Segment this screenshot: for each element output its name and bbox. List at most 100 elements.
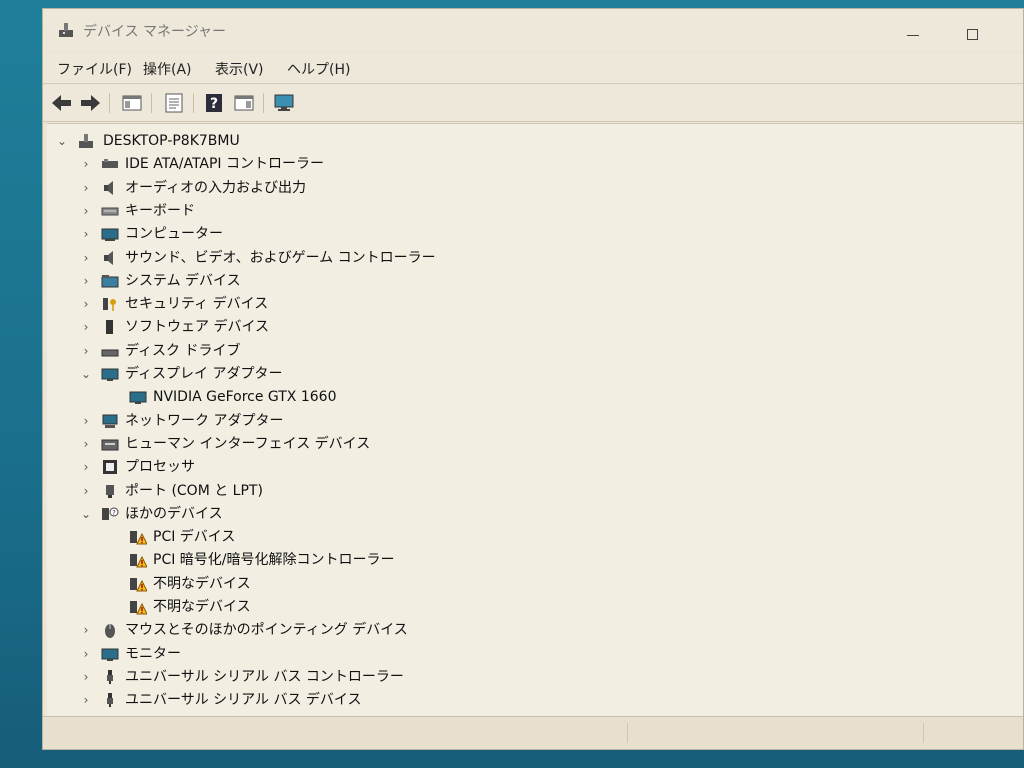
tree-item-label: プロセッサ bbox=[125, 459, 195, 476]
chevron-right-icon[interactable]: › bbox=[79, 273, 93, 289]
tree-category[interactable]: › ソフトウェア デバイス bbox=[47, 316, 947, 338]
menu-action[interactable]: 操作(A) bbox=[137, 59, 198, 79]
chevron-right-icon[interactable]: › bbox=[79, 622, 93, 638]
chevron-right-icon[interactable]: › bbox=[79, 343, 93, 359]
chevron-right-icon[interactable]: › bbox=[79, 669, 93, 685]
tree-category[interactable]: › サウンド、ビデオ、およびゲーム コントローラー bbox=[47, 247, 947, 269]
tree-category[interactable]: ⌄ ディスプレイ アダプター bbox=[47, 363, 947, 385]
monitor-scan-icon[interactable] bbox=[271, 91, 297, 115]
root-label: DESKTOP-P8K7BMU bbox=[103, 133, 240, 149]
tree-item-label: ソフトウェア デバイス bbox=[125, 319, 270, 336]
tree-item-label: ユニバーサル シリアル バス コントローラー bbox=[125, 668, 404, 685]
device-manager-window: デバイス マネージャー ファイル(F) 操作(A) 表示(V) ヘルプ(H) ?… bbox=[42, 8, 1024, 750]
show-hide-console-tree-icon[interactable] bbox=[119, 91, 145, 115]
chevron-right-icon[interactable]: › bbox=[79, 180, 93, 196]
tree-item-label: ユニバーサル シリアル バス デバイス bbox=[125, 692, 362, 709]
chevron-right-icon[interactable]: › bbox=[79, 203, 93, 219]
chevron-right-icon[interactable]: › bbox=[79, 436, 93, 452]
title-bar[interactable]: デバイス マネージャー bbox=[43, 9, 1023, 51]
chevron-down-icon[interactable]: ⌄ bbox=[79, 366, 93, 382]
tree-category[interactable]: › システム デバイス bbox=[47, 270, 947, 292]
tree-category[interactable]: › ポート (COM と LPT) bbox=[47, 480, 947, 502]
chevron-right-icon[interactable]: › bbox=[79, 296, 93, 312]
tree-item-label: 不明なデバイス bbox=[153, 575, 251, 592]
tree-item-label: ヒューマン インターフェイス デバイス bbox=[125, 435, 371, 452]
status-bar bbox=[43, 716, 1023, 749]
tree-category[interactable]: › ネットワーク アダプター bbox=[47, 410, 947, 432]
warning-device-icon bbox=[130, 577, 147, 592]
tree-category[interactable]: › ユニバーサル シリアル バス デバイス bbox=[47, 689, 947, 711]
keyboard-icon bbox=[101, 207, 119, 216]
tree-item-label: PCI 暗号化/暗号化解除コントローラー bbox=[153, 552, 395, 569]
menu-file[interactable]: ファイル(F) bbox=[51, 59, 138, 79]
chevron-right-icon[interactable]: › bbox=[79, 250, 93, 266]
tree-device[interactable]: PCI 暗号化/暗号化解除コントローラー bbox=[47, 549, 947, 571]
tree-category[interactable]: › ユニバーサル シリアル バス コントローラー bbox=[47, 666, 947, 688]
chevron-right-icon[interactable]: › bbox=[79, 692, 93, 708]
unknown-device-icon: ? bbox=[102, 507, 119, 520]
processor-icon bbox=[103, 460, 117, 475]
tree-item-label: システム デバイス bbox=[125, 272, 241, 289]
tree-category[interactable]: › コンピューター bbox=[47, 223, 947, 245]
speaker-icon bbox=[104, 250, 113, 265]
tree-item-label: マウスとそのほかのポインティング デバイス bbox=[125, 622, 408, 639]
tree-item-label: セキュリティ デバイス bbox=[125, 296, 269, 313]
help-icon[interactable]: ? bbox=[201, 91, 227, 115]
tree-category[interactable]: › ヒューマン インターフェイス デバイス bbox=[47, 433, 947, 455]
display-adapter-icon bbox=[101, 368, 119, 381]
tree-device[interactable]: 不明なデバイス bbox=[47, 596, 947, 618]
network-adapter-icon bbox=[102, 414, 118, 428]
chevron-right-icon[interactable]: › bbox=[79, 319, 93, 335]
software-device-icon bbox=[106, 320, 113, 335]
tree-item-label: ほかのデバイス bbox=[125, 505, 223, 522]
ide-controller-icon bbox=[102, 159, 118, 169]
chevron-right-icon[interactable]: › bbox=[79, 483, 93, 499]
properties-icon[interactable] bbox=[161, 91, 187, 115]
disk-drive-icon bbox=[101, 349, 119, 357]
tree-category[interactable]: ⌄? ほかのデバイス bbox=[47, 503, 947, 525]
tree-category[interactable]: › キーボード bbox=[47, 200, 947, 222]
back-arrow-icon[interactable] bbox=[49, 91, 75, 115]
mouse-icon bbox=[105, 624, 115, 639]
tree-category[interactable]: › オーディオの入力および出力 bbox=[47, 177, 947, 199]
menu-view[interactable]: 表示(V) bbox=[209, 59, 270, 79]
maximize-button[interactable] bbox=[951, 25, 991, 49]
toolbar: ? bbox=[43, 85, 1023, 122]
forward-arrow-icon[interactable] bbox=[77, 91, 103, 115]
chevron-right-icon[interactable]: › bbox=[79, 156, 93, 172]
tree-category[interactable]: › IDE ATA/ATAPI コントローラー bbox=[47, 153, 947, 175]
tree-category[interactable]: › モニター bbox=[47, 643, 947, 665]
chevron-right-icon[interactable]: › bbox=[79, 226, 93, 242]
minimize-button[interactable] bbox=[893, 25, 933, 49]
hid-icon bbox=[101, 439, 119, 451]
tree-item-label: サウンド、ビデオ、およびゲーム コントローラー bbox=[125, 249, 436, 266]
tree-category[interactable]: › プロセッサ bbox=[47, 456, 947, 478]
device-tree[interactable]: ⌄ DESKTOP-P8K7BMU › IDE ATA/ATAPI コントローラー… bbox=[47, 123, 1023, 717]
speaker-icon bbox=[104, 180, 113, 195]
tree-device[interactable]: 不明なデバイス bbox=[47, 573, 947, 595]
tree-item-label: ネットワーク アダプター bbox=[125, 412, 284, 429]
port-icon bbox=[106, 484, 114, 498]
tree-item-label: ディスク ドライブ bbox=[125, 342, 241, 359]
tree-item-label: オーディオの入力および出力 bbox=[125, 179, 307, 196]
tree-item-label: 不明なデバイス bbox=[153, 599, 251, 615]
tree-category[interactable]: › マウスとそのほかのポインティング デバイス bbox=[47, 619, 947, 641]
chevron-right-icon[interactable]: › bbox=[79, 413, 93, 429]
computer-icon bbox=[101, 228, 119, 242]
chevron-right-icon[interactable]: › bbox=[79, 646, 93, 662]
device-manager-icon bbox=[59, 23, 73, 37]
usb-icon bbox=[107, 693, 113, 708]
chevron-right-icon[interactable]: › bbox=[79, 459, 93, 475]
tree-root[interactable]: ⌄ DESKTOP-P8K7BMU bbox=[47, 130, 947, 152]
tree-item-label: コンピューター bbox=[125, 226, 223, 243]
tree-category[interactable]: › セキュリティ デバイス bbox=[47, 293, 947, 315]
tree-item-label: NVIDIA GeForce GTX 1660 bbox=[153, 389, 337, 406]
tree-category[interactable]: › ディスク ドライブ bbox=[47, 340, 947, 362]
tree-device[interactable]: PCI デバイス bbox=[47, 526, 947, 548]
tree-device[interactable]: NVIDIA GeForce GTX 1660 bbox=[47, 386, 947, 408]
menu-help[interactable]: ヘルプ(H) bbox=[281, 59, 356, 79]
action-pane-icon[interactable] bbox=[231, 91, 257, 115]
chevron-down-icon[interactable]: ⌄ bbox=[55, 133, 69, 149]
chevron-down-icon[interactable]: ⌄ bbox=[79, 506, 93, 522]
usb-icon bbox=[107, 669, 113, 684]
